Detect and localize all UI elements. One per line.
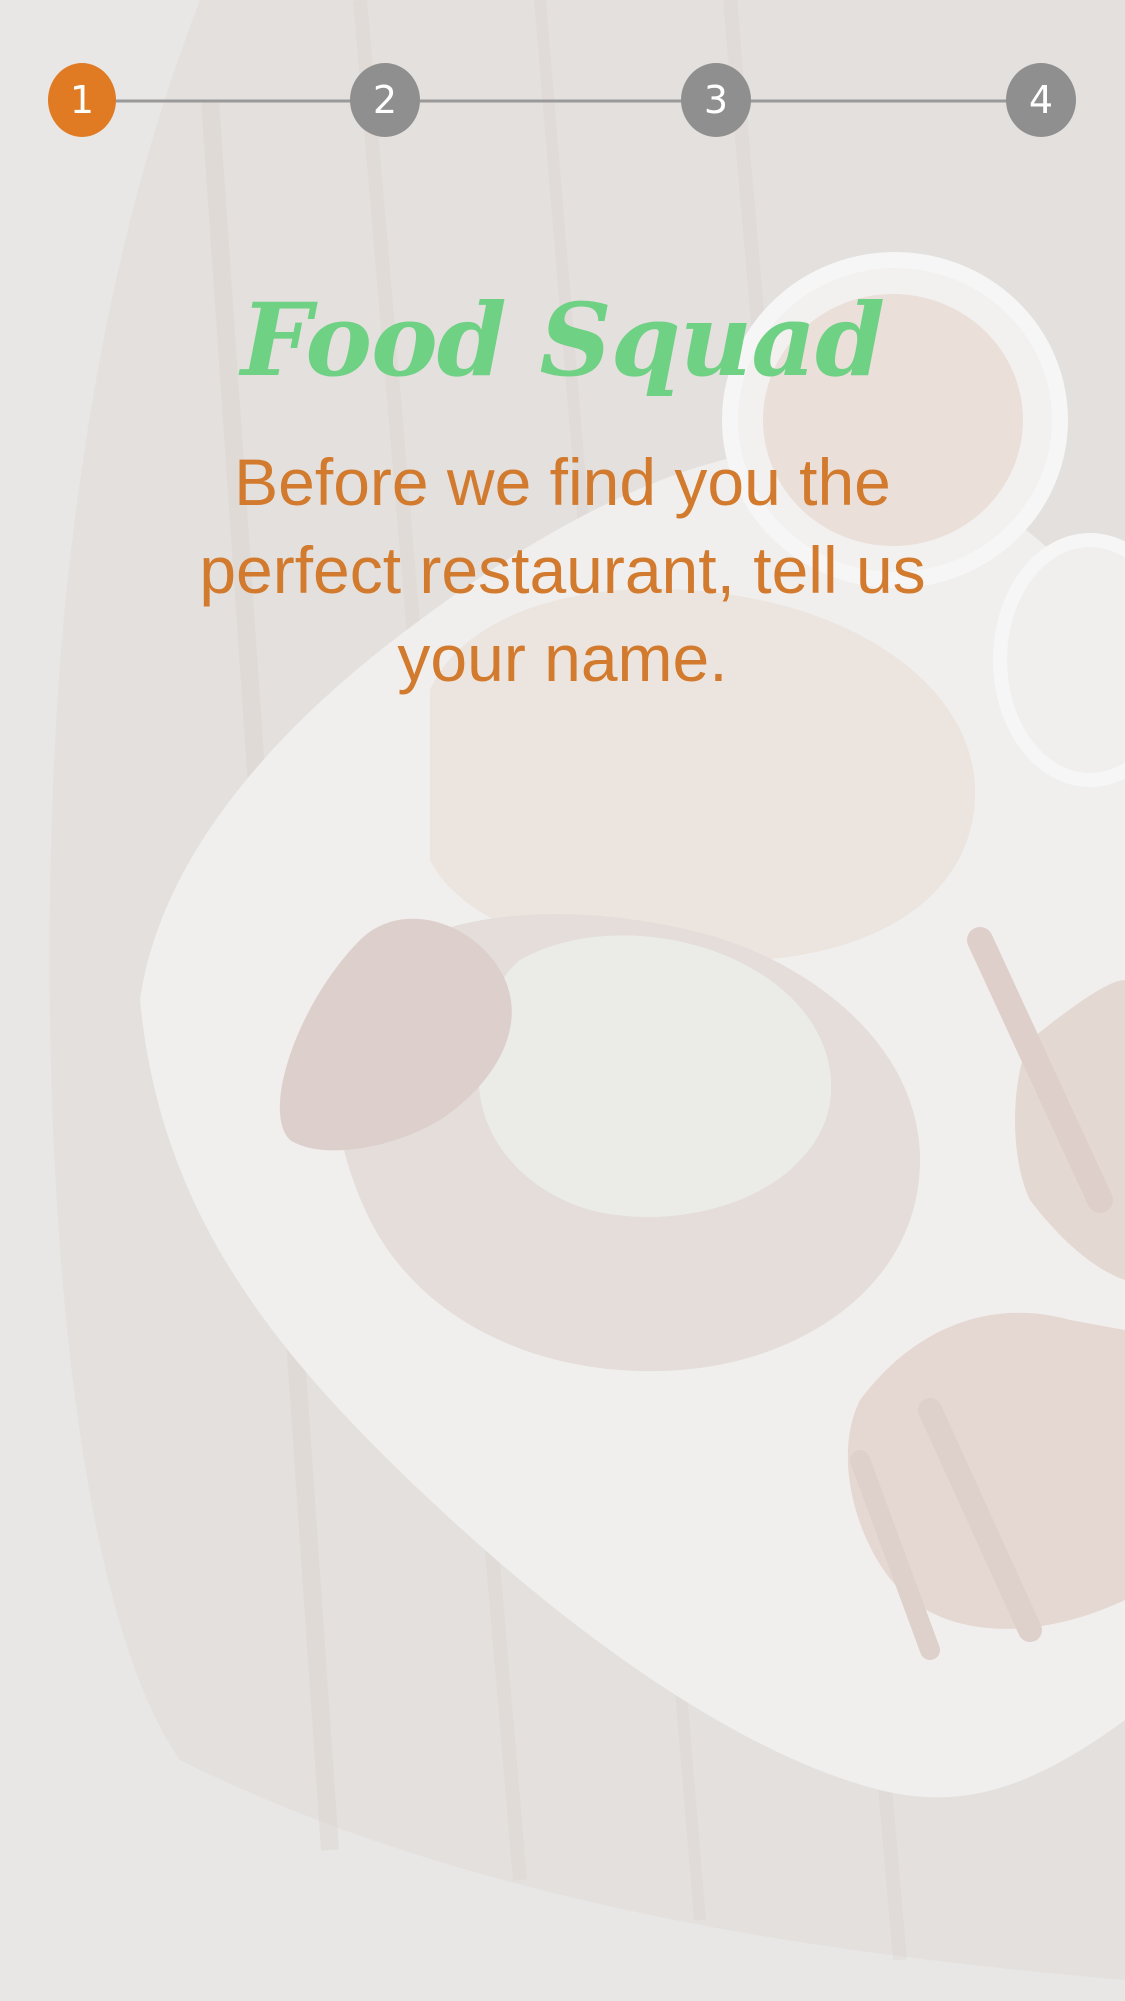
step-4-indicator[interactable]: 4 <box>1006 63 1076 137</box>
progress-stepper: 1 2 3 4 <box>48 63 1077 139</box>
stepper-connector-line <box>82 99 1043 103</box>
step-1-indicator[interactable]: 1 <box>48 63 116 137</box>
onboarding-prompt: Before we find you the perfect restauran… <box>199 445 926 695</box>
app-title: Food Squad <box>240 281 885 399</box>
step-2-indicator[interactable]: 2 <box>350 63 420 137</box>
step-3-indicator[interactable]: 3 <box>681 63 751 137</box>
